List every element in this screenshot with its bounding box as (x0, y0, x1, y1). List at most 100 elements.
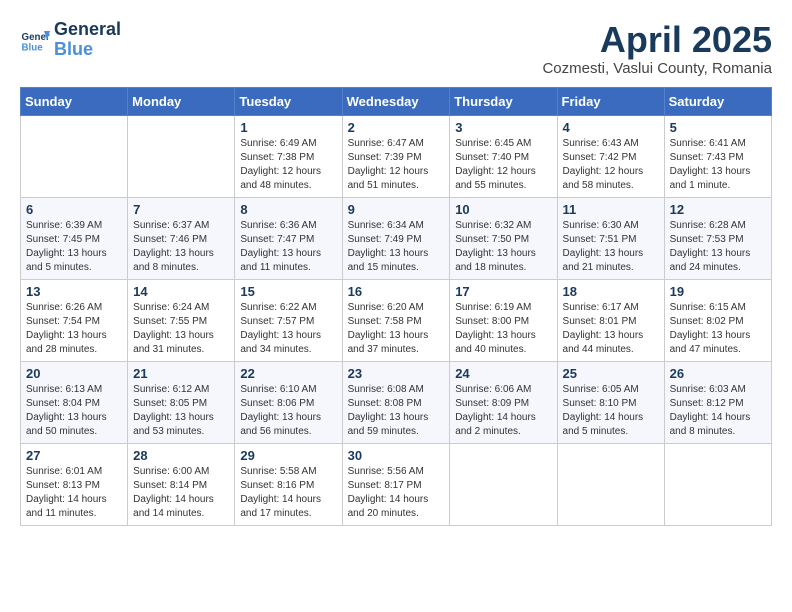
day-content: Sunrise: 6:43 AM Sunset: 7:42 PM Dayligh… (563, 137, 659, 193)
calendar-cell: 21 Sunrise: 6:12 AM Sunset: 8:05 PM Dayli… (128, 361, 235, 443)
day-number: 23 (348, 366, 445, 381)
day-content: Sunrise: 6:15 AM Sunset: 8:02 PM Dayligh… (670, 301, 766, 357)
day-content: Sunrise: 6:12 AM Sunset: 8:05 PM Dayligh… (133, 383, 229, 439)
day-content: Sunrise: 6:34 AM Sunset: 7:49 PM Dayligh… (348, 219, 445, 275)
day-number: 14 (133, 284, 229, 299)
day-number: 9 (348, 202, 445, 217)
day-number: 19 (670, 284, 766, 299)
day-number: 5 (670, 120, 766, 135)
logo: General Blue GeneralBlue (20, 20, 121, 60)
day-number: 21 (133, 366, 229, 381)
day-number: 17 (455, 284, 551, 299)
calendar-cell: 24 Sunrise: 6:06 AM Sunset: 8:09 PM Dayli… (450, 361, 557, 443)
calendar-cell: 10 Sunrise: 6:32 AM Sunset: 7:50 PM Dayli… (450, 197, 557, 279)
day-content: Sunrise: 6:06 AM Sunset: 8:09 PM Dayligh… (455, 383, 551, 439)
day-content: Sunrise: 6:47 AM Sunset: 7:39 PM Dayligh… (348, 137, 445, 193)
calendar-cell: 3Sunrise: 6:45 AM Sunset: 7:40 PM Daylig… (450, 115, 557, 197)
day-content: Sunrise: 6:49 AM Sunset: 7:38 PM Dayligh… (240, 137, 336, 193)
calendar-cell (557, 443, 664, 525)
calendar-cell: 30Sunrise: 5:56 AM Sunset: 8:17 PM Dayli… (342, 443, 450, 525)
calendar-cell: 15 Sunrise: 6:22 AM Sunset: 7:57 PM Dayli… (235, 279, 342, 361)
day-content: Sunrise: 6:13 AM Sunset: 8:04 PM Dayligh… (26, 383, 122, 439)
calendar-week-row: 13 Sunrise: 6:26 AM Sunset: 7:54 PM Dayli… (21, 279, 772, 361)
day-content: Sunrise: 6:20 AM Sunset: 7:58 PM Dayligh… (348, 301, 445, 357)
calendar-cell: 4 Sunrise: 6:43 AM Sunset: 7:42 PM Daylig… (557, 115, 664, 197)
calendar-week-row: 1 Sunrise: 6:49 AM Sunset: 7:38 PM Daylig… (21, 115, 772, 197)
calendar-cell: 18 Sunrise: 6:17 AM Sunset: 8:01 PM Dayli… (557, 279, 664, 361)
day-content: Sunrise: 6:41 AM Sunset: 7:43 PM Dayligh… (670, 137, 766, 193)
calendar-week-row: 20 Sunrise: 6:13 AM Sunset: 8:04 PM Dayli… (21, 361, 772, 443)
calendar-cell: 26Sunrise: 6:03 AM Sunset: 8:12 PM Dayli… (664, 361, 771, 443)
weekday-header-friday: Friday (557, 87, 664, 115)
weekday-header-saturday: Saturday (664, 87, 771, 115)
calendar-cell: 16 Sunrise: 6:20 AM Sunset: 7:58 PM Dayli… (342, 279, 450, 361)
weekday-header-thursday: Thursday (450, 87, 557, 115)
day-number: 2 (348, 120, 445, 135)
day-number: 8 (240, 202, 336, 217)
calendar-cell: 12 Sunrise: 6:28 AM Sunset: 7:53 PM Dayli… (664, 197, 771, 279)
calendar-cell (21, 115, 128, 197)
day-content: Sunrise: 6:22 AM Sunset: 7:57 PM Dayligh… (240, 301, 336, 357)
calendar-cell: 13 Sunrise: 6:26 AM Sunset: 7:54 PM Dayli… (21, 279, 128, 361)
day-number: 6 (26, 202, 122, 217)
day-number: 3 (455, 120, 551, 135)
weekday-header-sunday: Sunday (21, 87, 128, 115)
calendar-cell: 25Sunrise: 6:05 AM Sunset: 8:10 PM Dayli… (557, 361, 664, 443)
day-content: Sunrise: 6:32 AM Sunset: 7:50 PM Dayligh… (455, 219, 551, 275)
day-number: 12 (670, 202, 766, 217)
day-number: 29 (240, 448, 336, 463)
day-number: 7 (133, 202, 229, 217)
title-area: April 2025 Cozmesti, Vaslui County, Roma… (542, 20, 772, 77)
day-content: Sunrise: 6:19 AM Sunset: 8:00 PM Dayligh… (455, 301, 551, 357)
month-title: April 2025 (542, 20, 772, 60)
day-content: Sunrise: 6:01 AM Sunset: 8:13 PM Dayligh… (26, 465, 122, 521)
day-content: Sunrise: 6:05 AM Sunset: 8:10 PM Dayligh… (563, 383, 659, 439)
calendar-week-row: 6Sunrise: 6:39 AM Sunset: 7:45 PM Daylig… (21, 197, 772, 279)
calendar-cell: 6Sunrise: 6:39 AM Sunset: 7:45 PM Daylig… (21, 197, 128, 279)
calendar-cell: 22Sunrise: 6:10 AM Sunset: 8:06 PM Dayli… (235, 361, 342, 443)
day-number: 24 (455, 366, 551, 381)
svg-text:Blue: Blue (22, 42, 44, 53)
calendar-week-row: 27 Sunrise: 6:01 AM Sunset: 8:13 PM Dayli… (21, 443, 772, 525)
day-number: 28 (133, 448, 229, 463)
day-number: 10 (455, 202, 551, 217)
day-number: 20 (26, 366, 122, 381)
weekday-header-tuesday: Tuesday (235, 87, 342, 115)
calendar-cell: 8 Sunrise: 6:36 AM Sunset: 7:47 PM Daylig… (235, 197, 342, 279)
day-content: Sunrise: 6:28 AM Sunset: 7:53 PM Dayligh… (670, 219, 766, 275)
day-number: 18 (563, 284, 659, 299)
day-content: Sunrise: 6:36 AM Sunset: 7:47 PM Dayligh… (240, 219, 336, 275)
day-number: 1 (240, 120, 336, 135)
location-title: Cozmesti, Vaslui County, Romania (542, 60, 772, 77)
weekday-header-monday: Monday (128, 87, 235, 115)
calendar-cell: 1 Sunrise: 6:49 AM Sunset: 7:38 PM Daylig… (235, 115, 342, 197)
weekday-header-wednesday: Wednesday (342, 87, 450, 115)
day-content: Sunrise: 6:17 AM Sunset: 8:01 PM Dayligh… (563, 301, 659, 357)
calendar-cell: 2 Sunrise: 6:47 AM Sunset: 7:39 PM Daylig… (342, 115, 450, 197)
calendar-cell: 27 Sunrise: 6:01 AM Sunset: 8:13 PM Dayli… (21, 443, 128, 525)
day-number: 22 (240, 366, 336, 381)
calendar-cell: 29Sunrise: 5:58 AM Sunset: 8:16 PM Dayli… (235, 443, 342, 525)
calendar-cell: 11 Sunrise: 6:30 AM Sunset: 7:51 PM Dayli… (557, 197, 664, 279)
calendar-cell: 23Sunrise: 6:08 AM Sunset: 8:08 PM Dayli… (342, 361, 450, 443)
day-content: Sunrise: 6:37 AM Sunset: 7:46 PM Dayligh… (133, 219, 229, 275)
weekday-header-row: SundayMondayTuesdayWednesdayThursdayFrid… (21, 87, 772, 115)
day-content: Sunrise: 6:30 AM Sunset: 7:51 PM Dayligh… (563, 219, 659, 275)
calendar-cell (664, 443, 771, 525)
day-content: Sunrise: 6:26 AM Sunset: 7:54 PM Dayligh… (26, 301, 122, 357)
logo-icon: General Blue (20, 25, 50, 55)
day-number: 16 (348, 284, 445, 299)
calendar-cell (450, 443, 557, 525)
calendar-cell: 5 Sunrise: 6:41 AM Sunset: 7:43 PM Daylig… (664, 115, 771, 197)
calendar-cell: 20 Sunrise: 6:13 AM Sunset: 8:04 PM Dayli… (21, 361, 128, 443)
day-number: 11 (563, 202, 659, 217)
day-number: 27 (26, 448, 122, 463)
logo-text: GeneralBlue (54, 20, 121, 60)
calendar-cell: 28 Sunrise: 6:00 AM Sunset: 8:14 PM Dayli… (128, 443, 235, 525)
day-number: 15 (240, 284, 336, 299)
day-number: 13 (26, 284, 122, 299)
calendar-cell: 14Sunrise: 6:24 AM Sunset: 7:55 PM Dayli… (128, 279, 235, 361)
day-number: 4 (563, 120, 659, 135)
day-content: Sunrise: 6:00 AM Sunset: 8:14 PM Dayligh… (133, 465, 229, 521)
page-header: General Blue GeneralBlue April 2025 Cozm… (20, 20, 772, 77)
